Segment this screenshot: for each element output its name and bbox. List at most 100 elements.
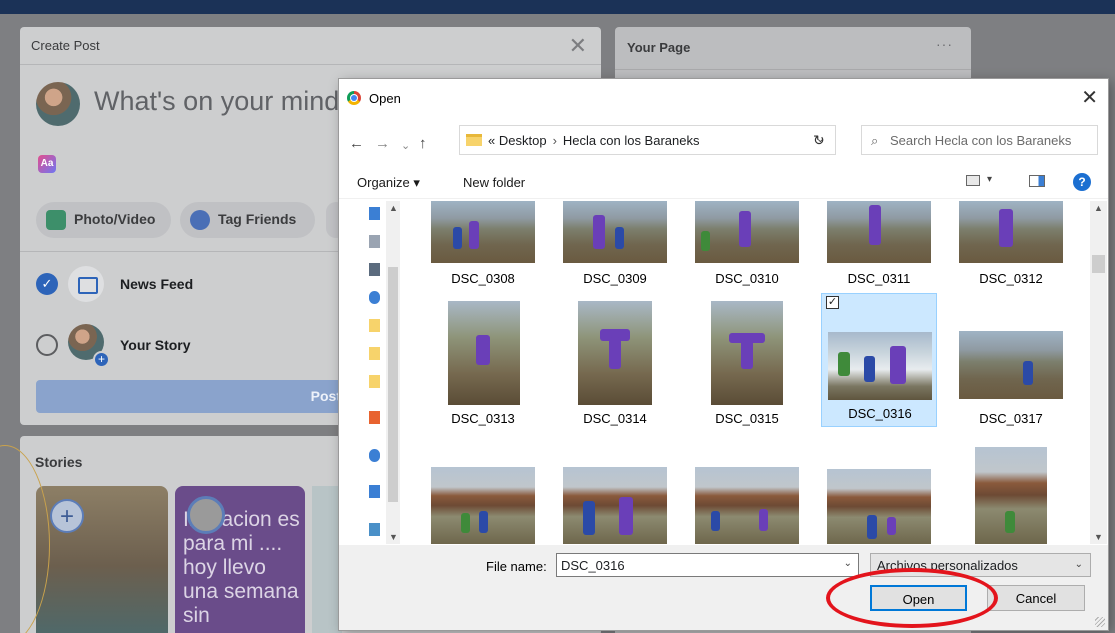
help-icon[interactable]: ? (1073, 173, 1091, 191)
photo-thumbnail (695, 201, 799, 263)
news-feed-checkbox[interactable]: ✓ (36, 273, 58, 295)
file-grid: DSC_0308 DSC_0309 DSC_0310 DSC_0311 DSC_… (401, 201, 1091, 544)
file-name: DSC_0315 (715, 411, 779, 426)
scroll-thumb[interactable] (1092, 255, 1105, 273)
story-tile[interactable]: Invitacion es para mi .... hoy llevo una… (175, 486, 305, 633)
file-name: DSC_0310 (715, 271, 779, 286)
new-folder-button[interactable]: New folder (463, 175, 525, 190)
breadcrumb-desktop[interactable]: Desktop (499, 133, 547, 148)
network-icon[interactable] (369, 523, 380, 536)
scroll-up-icon[interactable]: ▲ (389, 203, 398, 213)
view-icon[interactable] (966, 175, 980, 186)
file-tile[interactable]: DSC_0309 (557, 201, 673, 295)
stories-title: Stories (35, 454, 83, 470)
tag-friends-icon (190, 210, 210, 230)
file-tile[interactable]: DSC_0314 (557, 299, 673, 433)
file-tile[interactable]: DSC_0313 (425, 299, 541, 433)
file-tile[interactable] (425, 437, 541, 544)
forward-arrow-icon[interactable]: → (375, 135, 390, 152)
view-options-dropdown[interactable]: ▾ (987, 174, 992, 185)
navigation-scrollbar[interactable]: ▲ ▼ (386, 201, 400, 544)
photo-thumbnail (563, 201, 667, 263)
search-placeholder: Search Hecla con los Baraneks (890, 133, 1072, 148)
address-bar[interactable]: « Desktop › Hecla con los Baraneks ⌄ (459, 125, 836, 155)
file-tile[interactable] (953, 437, 1069, 544)
file-tile[interactable] (821, 437, 937, 544)
picture-icon[interactable] (369, 263, 380, 276)
onedrive-icon[interactable] (369, 291, 380, 304)
news-feed-icon (68, 266, 104, 302)
file-tile[interactable]: DSC_0310 (689, 201, 805, 295)
file-name: DSC_0311 (847, 271, 911, 286)
create-post-header: Create Post ✕ (20, 27, 601, 65)
your-story-radio[interactable] (36, 334, 58, 356)
photo-thumbnail (959, 201, 1063, 263)
photo-thumbnail (695, 467, 799, 544)
file-tile[interactable] (689, 437, 805, 544)
file-name-label: File name: (486, 559, 547, 574)
chevron-down-icon: ⌄ (1074, 559, 1083, 570)
file-tile-selected[interactable]: ✓ DSC_0316 (821, 293, 937, 427)
search-input[interactable]: ⌕ Search Hecla con los Baraneks (861, 125, 1098, 155)
photo-thumbnail (431, 467, 535, 544)
up-arrow-icon[interactable]: ↑ (419, 135, 427, 152)
file-name: DSC_0316 (848, 406, 912, 421)
photo-video-label: Photo/Video (74, 211, 156, 227)
divider (615, 69, 971, 70)
document-icon[interactable] (369, 235, 380, 248)
photo-video-button[interactable]: Photo/Video (36, 202, 171, 238)
dialog-title: Open (369, 91, 401, 106)
app-folder-icon[interactable] (369, 411, 380, 424)
plus-icon: + (93, 351, 110, 368)
scroll-down-icon[interactable]: ▼ (389, 532, 398, 542)
dialog-titlebar: Open ✕ (339, 79, 1108, 119)
selection-checkbox[interactable]: ✓ (826, 296, 839, 309)
file-tile[interactable]: DSC_0312 (953, 201, 1069, 295)
breadcrumb-separator: › (552, 133, 557, 148)
scroll-up-icon[interactable]: ▲ (1094, 203, 1103, 213)
open-file-dialog: Open ✕ ← → ⌄ ↑ « Desktop › Hecla con los B… (339, 79, 1108, 630)
chrome-icon (347, 91, 361, 105)
cancel-button[interactable]: Cancel (987, 585, 1085, 611)
file-tile[interactable] (557, 437, 673, 544)
tag-friends-label: Tag Friends (218, 211, 297, 227)
scroll-thumb[interactable] (388, 267, 398, 502)
post-prompt[interactable]: What's on your mind (94, 86, 339, 117)
photo-thumbnail (448, 301, 520, 405)
back-arrow-icon[interactable]: ← (349, 135, 364, 152)
file-name-value: DSC_0316 (561, 558, 625, 573)
create-story-tile[interactable]: + (36, 486, 168, 633)
breadcrumb-folder[interactable]: Hecla con los Baraneks (563, 133, 700, 148)
file-name: DSC_0313 (451, 411, 515, 426)
file-tile[interactable]: DSC_0315 (689, 299, 805, 433)
file-name-field[interactable]: DSC_0316 ⌄ (556, 553, 859, 577)
more-icon[interactable]: ··· (936, 36, 953, 52)
this-pc-icon[interactable] (369, 485, 380, 498)
close-icon[interactable]: ✕ (569, 33, 587, 59)
file-tile[interactable]: DSC_0317 (953, 299, 1069, 433)
onedrive-icon[interactable] (369, 449, 380, 462)
organize-button[interactable]: Organize ▾ (357, 175, 420, 191)
resize-grip[interactable] (1095, 617, 1105, 627)
tag-friends-button[interactable]: Tag Friends (180, 202, 315, 238)
quick-access-icon[interactable] (369, 207, 380, 220)
file-name: DSC_0317 (979, 411, 1043, 426)
folder-icon (466, 134, 482, 146)
your-story-label: Your Story (120, 337, 191, 353)
folder-icon[interactable] (369, 375, 380, 388)
close-icon[interactable]: ✕ (1081, 85, 1098, 110)
file-grid-scrollbar[interactable]: ▲ ▼ (1090, 201, 1107, 544)
recent-locations-dropdown[interactable]: ⌄ (401, 139, 410, 152)
file-tile[interactable]: DSC_0311 (821, 201, 937, 295)
photo-thumbnail (827, 469, 931, 544)
text-style-icon[interactable]: Aa (38, 155, 56, 173)
chevron-down-icon[interactable]: ⌄ (844, 558, 852, 569)
story-tile-partial[interactable] (312, 486, 342, 633)
scroll-down-icon[interactable]: ▼ (1094, 532, 1103, 542)
folder-icon[interactable] (369, 347, 380, 360)
folder-icon[interactable] (369, 319, 380, 332)
photo-thumbnail (578, 301, 652, 405)
file-tile[interactable]: DSC_0308 (425, 201, 541, 295)
preview-pane-icon[interactable] (1029, 175, 1045, 187)
refresh-icon[interactable]: ↻ (813, 132, 825, 149)
